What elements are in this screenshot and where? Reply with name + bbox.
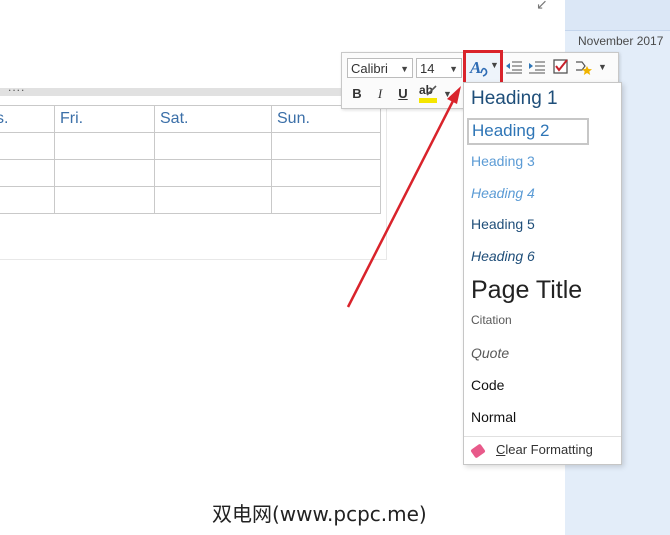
watermark-text: 双电网(www.pcpc.me) xyxy=(212,502,427,526)
annotation-arrow xyxy=(346,86,461,308)
